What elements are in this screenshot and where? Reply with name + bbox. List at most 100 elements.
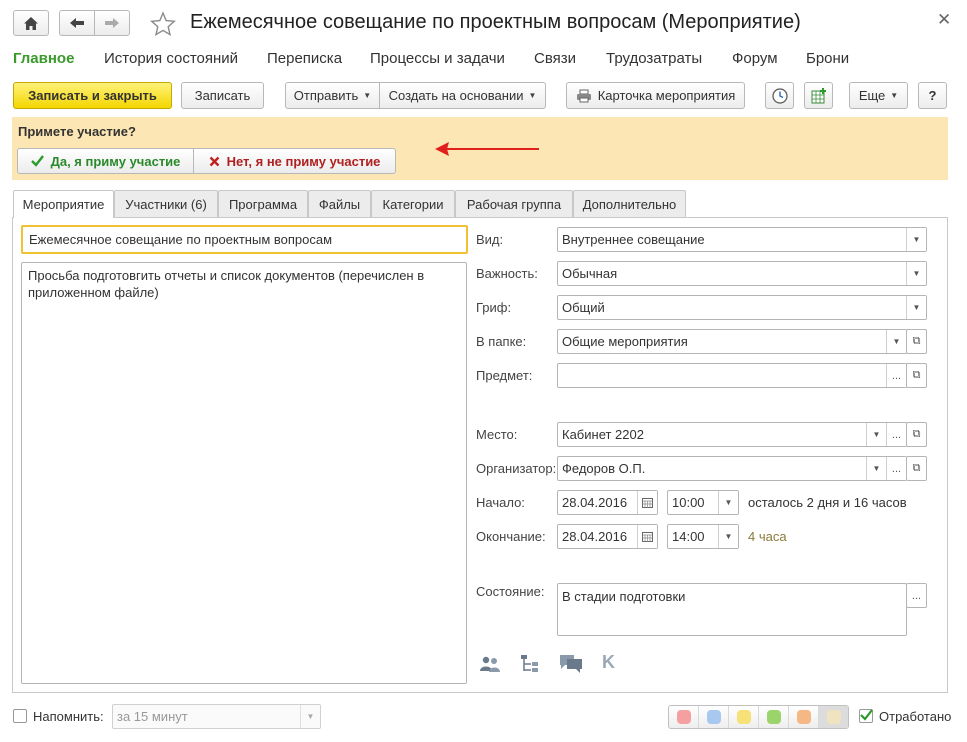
save-close-button[interactable]: Записать и закрыть [13,82,172,109]
chevron-down-icon: ▼ [890,91,899,100]
create-based-button[interactable]: Создать на основании ▼ [379,82,546,109]
cross-icon [209,156,219,166]
description-textarea[interactable]: Просьба подготовгить отчеты и список док… [21,262,467,684]
chevron-down-icon[interactable]: ▼ [906,296,926,319]
chevron-down-icon[interactable]: ▼ [866,423,886,446]
done-label: Отработано [879,709,952,724]
chevron-down-icon[interactable]: ▼ [886,330,906,353]
clock-button[interactable] [765,82,794,109]
place-select[interactable]: Кабинет 2202 ▼ ... [557,422,907,447]
nav-links[interactable]: Связи [534,50,576,67]
folder-open-button[interactable]: ⧉ [906,329,927,354]
chevron-down-icon: ▼ [363,91,372,100]
chevron-down-icon[interactable]: ▼ [906,228,926,251]
state-field[interactable]: В стадии подготовки [557,583,907,636]
users-icon[interactable] [478,653,502,675]
folder-label: В папке: [476,334,527,349]
tab-workgroup[interactable]: Рабочая группа [455,190,573,217]
back-button[interactable] [59,10,95,36]
importance-select[interactable]: Обычная ▼ [557,261,927,286]
place-value: Кабинет 2202 [562,427,644,442]
start-date-input[interactable]: 28.04.2016 [557,490,658,515]
calendar-icon[interactable] [637,525,657,548]
clock-icon [771,87,788,104]
arrow-left-icon [70,18,84,28]
start-time-select[interactable]: 10:00 ▼ [667,490,739,515]
more-button[interactable]: Еще ▼ [849,82,908,109]
color-chip-beige[interactable] [819,706,848,728]
spreadsheet-add-button[interactable] [804,82,833,109]
check-icon [30,155,44,167]
tree-icon[interactable] [519,653,541,675]
chevron-down-icon[interactable]: ▼ [906,262,926,285]
favorite-star-icon[interactable] [150,11,176,37]
nav-forum[interactable]: Форум [732,50,778,67]
place-open-button[interactable]: ⧉ [906,422,927,447]
chevron-down-icon[interactable]: ▼ [866,457,886,480]
ellipsis-button[interactable]: ... [886,423,906,446]
done-checkbox[interactable] [859,709,873,723]
tab-program[interactable]: Программа [218,190,308,217]
star-icon [150,11,176,37]
vid-select[interactable]: Внутреннее совещание ▼ [557,227,927,252]
nav-main[interactable]: Главное [13,50,74,67]
tab-event[interactable]: Мероприятие [13,190,114,218]
forward-button[interactable] [94,10,130,36]
tab-participants[interactable]: Участники (6) [114,190,218,217]
state-value: В стадии подготовки [562,589,686,604]
chat-icon[interactable] [558,651,584,675]
subject-ref-input[interactable]: ... [557,363,907,388]
close-icon[interactable]: ✕ [937,10,951,30]
subject-open-button[interactable]: ⧉ [906,363,927,388]
nav-processes[interactable]: Процессы и задачи [370,50,505,67]
end-time-value: 14:00 [672,529,705,544]
spreadsheet-add-icon [811,87,826,103]
event-card-button[interactable]: Карточка мероприятия [566,82,745,109]
help-button[interactable]: ? [918,82,947,109]
k-icon[interactable]: K [602,652,615,673]
grif-label: Гриф: [476,300,512,315]
chevron-down-icon[interactable]: ▼ [718,525,738,548]
tab-categories[interactable]: Категории [371,190,455,217]
chevron-down-icon[interactable]: ▼ [718,491,738,514]
home-button[interactable] [13,10,49,36]
ellipsis-button[interactable]: ... [886,364,906,387]
color-chip-green[interactable] [759,706,789,728]
accept-button[interactable]: Да, я приму участие [17,148,194,174]
check-icon [860,709,873,721]
send-label: Отправить [293,88,359,103]
organizer-open-button[interactable]: ⧉ [906,456,927,481]
color-chip-blue[interactable] [699,706,729,728]
calendar-icon[interactable] [637,491,657,514]
end-date-value: 28.04.2016 [562,529,628,544]
color-chip-red[interactable] [669,706,699,728]
organizer-select[interactable]: Федоров О.П. ▼ ... [557,456,907,481]
color-chip-orange[interactable] [789,706,819,728]
nav-state-history[interactable]: История состояний [104,50,238,67]
start-time-value: 10:00 [672,495,705,510]
chevron-down-icon[interactable]: ▼ [300,705,320,728]
tab-additional[interactable]: Дополнительно [573,190,686,217]
end-time-select[interactable]: 14:00 ▼ [667,524,739,549]
save-button[interactable]: Записать [181,82,264,109]
end-date-input[interactable]: 28.04.2016 [557,524,658,549]
nav-bookings[interactable]: Брони [806,50,849,67]
grif-select[interactable]: Общий ▼ [557,295,927,320]
window-title: Ежемесячное совещание по проектным вопро… [190,11,801,33]
more-label: Еще [858,88,886,103]
nav-labor[interactable]: Трудозатраты [606,50,702,67]
color-chip-yellow[interactable] [729,706,759,728]
decline-button[interactable]: Нет, я не приму участие [193,148,396,174]
remind-checkbox[interactable] [13,709,27,723]
folder-select[interactable]: Общие мероприятия ▼ [557,329,907,354]
tab-files[interactable]: Файлы [308,190,371,217]
vid-label: Вид: [476,232,504,247]
printer-icon [576,89,591,102]
send-button[interactable]: Отправить ▼ [285,82,380,109]
remind-select[interactable]: за 15 минут ▼ [112,704,321,729]
nav-correspondence[interactable]: Переписка [267,50,342,67]
ellipsis-button[interactable]: ... [886,457,906,480]
importance-label: Важность: [476,266,538,281]
subject-input[interactable]: Ежемесячное совещание по проектным вопро… [21,225,468,254]
state-ellipsis-button[interactable]: ... [906,583,927,608]
